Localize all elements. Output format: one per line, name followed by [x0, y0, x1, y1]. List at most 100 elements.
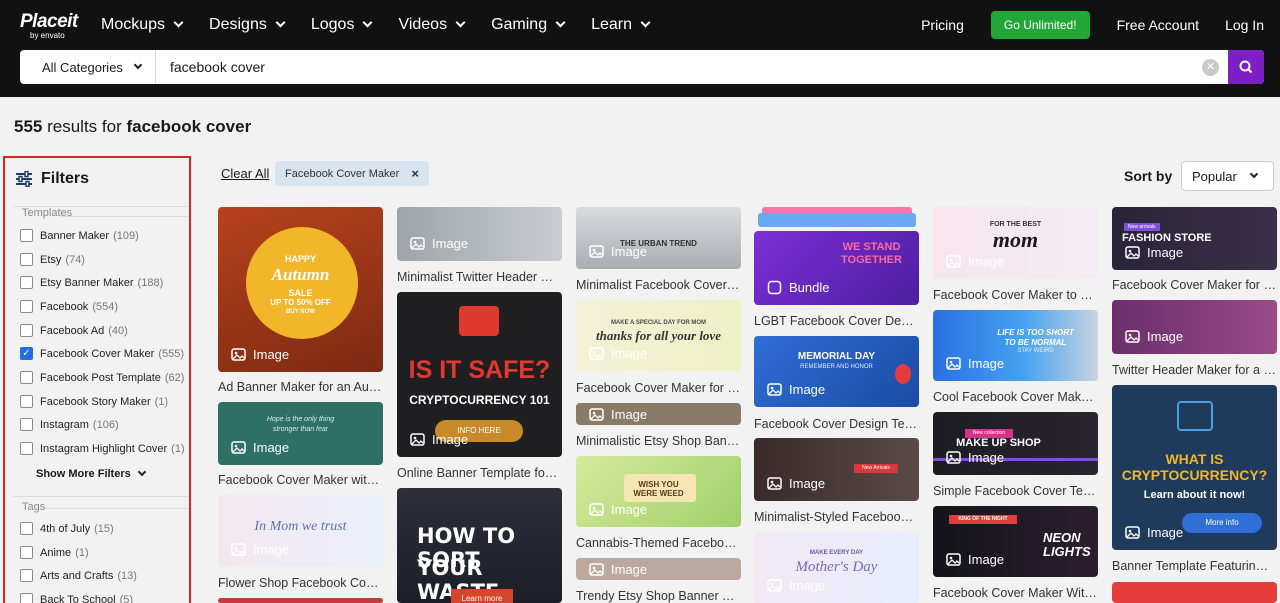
tag-option[interactable]: Anime (1): [20, 546, 89, 559]
card-title[interactable]: Minimalist-Styled Faceboo…: [754, 510, 919, 524]
template-card[interactable]: Image: [576, 558, 741, 580]
template-card[interactable]: MEMORIAL DAY REMEMBER AND HONOR Image: [754, 336, 919, 407]
chevron-down-icon: [133, 60, 143, 69]
checkbox[interactable]: [20, 442, 33, 455]
card-title[interactable]: Minimalist Facebook Cover…: [576, 278, 741, 292]
filter-option[interactable]: Instagram Highlight Cover (1): [20, 442, 185, 455]
checkbox[interactable]: [20, 229, 33, 242]
checkbox[interactable]: [20, 395, 33, 408]
template-card[interactable]: HAPPY Autumn SALE UP TO 50% OFF BUY NOW …: [218, 207, 383, 372]
checkbox[interactable]: [20, 569, 33, 582]
checkbox[interactable]: [20, 276, 33, 289]
filter-option[interactable]: Banner Maker (109): [20, 229, 139, 242]
card-title[interactable]: Facebook Cover Maker for …: [1112, 278, 1277, 292]
card-title[interactable]: Minimalist Twitter Header …: [397, 270, 562, 284]
template-card[interactable]: New arrivals FASHION STORE Image: [1112, 207, 1277, 270]
template-card[interactable]: Image: [1112, 300, 1277, 354]
clear-all-link[interactable]: Clear All: [221, 166, 269, 181]
template-card[interactable]: FOR THE BEST mom Image: [933, 207, 1098, 279]
login-link[interactable]: Log In: [1225, 17, 1264, 33]
tag-option[interactable]: 4th of July (15): [20, 522, 114, 535]
free-account-link[interactable]: Free Account: [1117, 17, 1200, 33]
filter-option-label: Facebook Story Maker: [40, 395, 151, 408]
badge-label: Image: [611, 244, 648, 259]
checkbox[interactable]: [20, 546, 33, 559]
menu-videos[interactable]: Videos: [398, 16, 466, 34]
clear-search-icon[interactable]: ✕: [1202, 59, 1219, 76]
template-card[interactable]: MAKE EVERY DAY Mother's Day Image: [754, 532, 919, 603]
filter-option-checked[interactable]: ✓ Facebook Cover Maker (555): [20, 347, 184, 360]
card-title[interactable]: Cool Facebook Cover Make…: [933, 390, 1098, 404]
card-title[interactable]: Facebook Cover Maker to C…: [933, 288, 1098, 302]
checkbox[interactable]: [20, 324, 33, 337]
template-card[interactable]: HOW TO SORT YOUR WASTE. Learn more: [397, 488, 562, 603]
menu-designs[interactable]: Designs: [209, 16, 286, 34]
menu-mockups[interactable]: Mockups: [101, 16, 184, 34]
template-card[interactable]: WE STAND TOGETHER Bundle: [754, 207, 919, 305]
template-card[interactable]: New collection MAKE UP SHOP Image: [933, 412, 1098, 475]
checkbox[interactable]: [20, 371, 33, 384]
card-title[interactable]: Simple Facebook Cover Te…: [933, 484, 1098, 498]
template-card[interactable]: LIFE IS TOO SHORT TO BE NORMAL STAY WEIR…: [933, 310, 1098, 381]
card-title[interactable]: Trendy Etsy Shop Banner T…: [576, 589, 741, 603]
placeit-logo[interactable]: Placeit by envato: [20, 12, 78, 40]
card-title[interactable]: Flower Shop Facebook Cov…: [218, 576, 383, 590]
template-card[interactable]: [218, 598, 383, 603]
search-button[interactable]: [1228, 50, 1264, 84]
active-filter-chip[interactable]: Facebook Cover Maker ×: [275, 161, 429, 186]
template-card[interactable]: WHAT IS CRYPTOCURRENCY? Learn about it n…: [1112, 385, 1277, 550]
card-title[interactable]: Facebook Cover Maker wit…: [218, 473, 383, 487]
badge-label: Image: [1147, 525, 1184, 540]
tag-option[interactable]: Arts and Crafts (13): [20, 569, 137, 582]
filter-option-label: Etsy Banner Maker: [40, 276, 134, 289]
card-title[interactable]: Minimalistic Etsy Shop Ban…: [576, 434, 741, 448]
card-title[interactable]: Cannabis-Themed Facebo…: [576, 536, 741, 550]
filter-option[interactable]: Facebook (554): [20, 300, 118, 313]
template-card[interactable]: WISH YOU WERE WEED Image: [576, 456, 741, 527]
template-card[interactable]: MAKE A SPECIAL DAY FOR MOM thanks for al…: [576, 300, 741, 371]
filter-option[interactable]: Facebook Story Maker (1): [20, 395, 168, 408]
checkbox[interactable]: [20, 593, 33, 603]
card-art-text: WISH YOU: [638, 480, 679, 489]
checkbox-checked[interactable]: ✓: [20, 347, 33, 360]
filter-option[interactable]: Etsy (74): [20, 253, 85, 266]
show-more-filters-button[interactable]: Show More Filters: [36, 467, 146, 480]
card-title[interactable]: LGBT Facebook Cover Desi…: [754, 314, 919, 328]
card-title[interactable]: Facebook Cover Maker Wit…: [933, 586, 1098, 600]
template-card[interactable]: New Arrivals Image: [754, 438, 919, 501]
template-card[interactable]: In Mom we trust Image: [218, 495, 383, 567]
template-card[interactable]: IS IT SAFE? CRYPTOCURRENCY 101 INFO HERE…: [397, 292, 562, 457]
menu-logos[interactable]: Logos: [311, 16, 373, 34]
card-title[interactable]: Online Banner Template fo…: [397, 466, 562, 480]
card-art-text: MAKE EVERY DAY: [809, 550, 864, 556]
category-select[interactable]: All Categories: [20, 50, 156, 84]
card-title[interactable]: Banner Template Featurin…: [1112, 559, 1277, 573]
template-card[interactable]: Image: [576, 403, 741, 425]
checkbox[interactable]: [20, 418, 33, 431]
template-card[interactable]: Hope is the only thing stronger than fea…: [218, 402, 383, 465]
card-title[interactable]: Facebook Cover Design Te…: [754, 417, 919, 431]
checkbox[interactable]: [20, 522, 33, 535]
badge-label: Image: [253, 440, 290, 455]
sort-select[interactable]: Popular: [1181, 161, 1274, 191]
close-icon[interactable]: ×: [411, 166, 419, 181]
pricing-link[interactable]: Pricing: [921, 17, 964, 33]
filter-option[interactable]: Etsy Banner Maker (188): [20, 276, 163, 289]
template-card[interactable]: THE URBAN TREND Image: [576, 207, 741, 269]
template-card[interactable]: [1112, 582, 1277, 603]
filter-option[interactable]: Facebook Post Template (62): [20, 371, 184, 384]
template-card[interactable]: KING OF THE NIGHT NEON LIGHTS Image: [933, 506, 1098, 577]
search-input[interactable]: facebook cover: [170, 50, 265, 84]
filter-option[interactable]: Facebook Ad (40): [20, 324, 128, 337]
card-title[interactable]: Facebook Cover Maker for …: [576, 381, 741, 395]
tag-option[interactable]: Back To School (5): [20, 593, 133, 603]
template-card[interactable]: Image: [397, 207, 562, 261]
card-title[interactable]: Twitter Header Maker for a …: [1112, 363, 1277, 377]
menu-learn[interactable]: Learn: [591, 16, 651, 34]
card-title[interactable]: Ad Banner Maker for an Au…: [218, 380, 383, 394]
menu-gaming[interactable]: Gaming: [491, 16, 566, 34]
filter-option[interactable]: Instagram (106): [20, 418, 119, 431]
checkbox[interactable]: [20, 253, 33, 266]
checkbox[interactable]: [20, 300, 33, 313]
go-unlimited-button[interactable]: Go Unlimited!: [990, 11, 1090, 39]
